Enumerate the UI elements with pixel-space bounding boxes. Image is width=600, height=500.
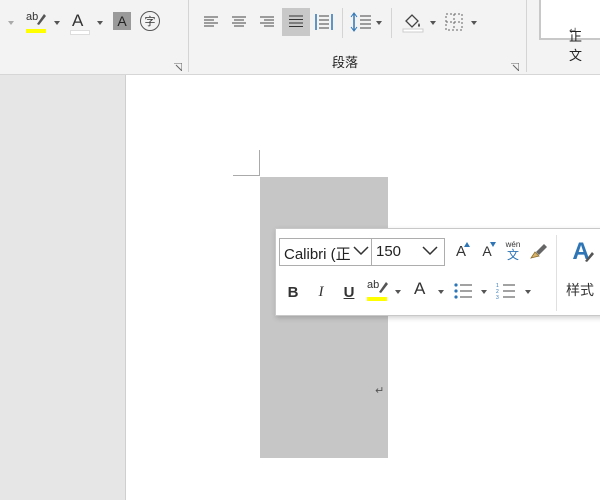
highlight-color-bar — [26, 29, 46, 33]
mini-toolbar: Calibri (正 150 A A wén 文 A B I U ab A 1 … — [275, 228, 600, 316]
italic-button[interactable]: I — [311, 281, 331, 303]
marker-pen-icon — [37, 14, 46, 25]
bullets-dropdown-icon[interactable] — [481, 290, 487, 294]
marker-pen-icon — [379, 282, 388, 293]
align-left-button[interactable] — [202, 14, 220, 30]
paragraph-group-label: 段落 — [332, 55, 359, 70]
line-spacing-dropdown-icon[interactable] — [376, 21, 382, 25]
font-group-launcher-icon[interactable] — [174, 58, 183, 72]
underline-glyph: U — [343, 283, 355, 301]
justify-button[interactable] — [282, 8, 310, 36]
shading-button[interactable] — [401, 10, 425, 34]
numbering-dropdown-icon[interactable] — [525, 290, 531, 294]
paint-bucket-icon — [402, 14, 424, 33]
align-center-button[interactable] — [230, 14, 248, 30]
selected-text-block[interactable] — [260, 177, 388, 458]
chevron-down-icon[interactable] — [422, 246, 438, 256]
shrink-font-button[interactable]: A — [476, 240, 498, 262]
clipped-dropdown-arrow-icon[interactable] — [8, 21, 14, 25]
group-separator — [188, 0, 189, 72]
font-color-button[interactable]: A — [68, 10, 90, 35]
font-color-dropdown-icon[interactable] — [97, 21, 103, 25]
align-right-button[interactable] — [258, 14, 276, 30]
style-preview-label: 正文 — [569, 29, 583, 63]
borders-button[interactable] — [444, 12, 464, 32]
line-spacing-button[interactable] — [350, 12, 372, 32]
group-separator — [526, 0, 527, 72]
enclose-characters-button[interactable]: 字 — [140, 11, 160, 31]
caret-up-icon — [464, 242, 470, 247]
grow-font-button[interactable]: A — [450, 240, 472, 262]
character-shading-button[interactable]: A — [113, 12, 131, 30]
highlight-color-bar — [367, 297, 387, 301]
chevron-down-icon[interactable] — [353, 246, 369, 256]
font-color-button[interactable]: A — [410, 278, 432, 304]
font-size-combobox[interactable]: 150 — [371, 238, 445, 266]
shading-dropdown-icon[interactable] — [430, 21, 436, 25]
group-separator — [342, 8, 343, 38]
style-gallery-normal[interactable]: ↵ 正文 — [539, 0, 600, 63]
borders-dropdown-icon[interactable] — [471, 21, 477, 25]
phonetic-bottom-text: 文 — [506, 248, 519, 262]
align-center-icon — [232, 16, 246, 27]
bold-button[interactable]: B — [283, 281, 303, 303]
align-right-icon — [260, 16, 274, 27]
enclose-char-glyph: 字 — [144, 16, 156, 28]
ribbon: ab A A 字 段落 ↵ 正文 — [0, 0, 600, 75]
highlight-dropdown-icon[interactable] — [395, 290, 401, 294]
highlight-dropdown-icon[interactable] — [54, 21, 60, 25]
margin-crop-mark — [259, 150, 260, 176]
font-name-value: Calibri (正 — [284, 246, 351, 263]
distributed-align-icon — [315, 14, 333, 30]
bullets-button[interactable] — [452, 280, 474, 302]
bold-glyph: B — [287, 283, 299, 301]
distributed-align-button[interactable] — [314, 12, 334, 32]
align-left-icon — [204, 16, 218, 27]
font-color-glyph: A — [414, 279, 426, 298]
paragraph-mark: ↵ — [375, 385, 385, 397]
mini-toolbar-separator — [556, 235, 557, 311]
brush-icon — [530, 244, 547, 259]
font-color-dropdown-icon[interactable] — [438, 290, 444, 294]
margin-crop-mark — [233, 175, 260, 176]
text-highlight-button[interactable]: ab — [366, 278, 390, 304]
phonetic-guide-button[interactable]: wén 文 — [502, 239, 524, 263]
styles-pen-icon — [585, 252, 594, 262]
format-painter-button[interactable] — [528, 240, 550, 262]
character-shading-glyph: A — [117, 13, 127, 29]
paragraph-group-launcher-icon[interactable] — [511, 58, 520, 72]
navigation-pane — [0, 75, 126, 500]
group-separator — [391, 8, 392, 38]
bullet-list-icon — [454, 283, 472, 299]
styles-label[interactable]: 样式 — [566, 280, 594, 300]
underline-button[interactable]: U — [339, 281, 359, 303]
font-color-bar — [70, 30, 90, 35]
borders-icon — [445, 13, 463, 31]
font-name-combobox[interactable]: Calibri (正 — [279, 238, 372, 266]
numbered-list-icon: 1 2 3 — [496, 283, 515, 300]
line-spacing-icon — [350, 12, 371, 32]
text-highlight-button[interactable]: ab — [24, 10, 48, 34]
italic-glyph: I — [318, 283, 324, 300]
styles-button[interactable]: A — [566, 237, 596, 267]
svg-text:3: 3 — [496, 295, 499, 300]
font-size-value: 150 — [376, 243, 402, 260]
justify-icon — [289, 15, 303, 27]
numbering-button[interactable]: 1 2 3 — [495, 280, 517, 302]
caret-down-icon — [490, 242, 496, 247]
font-color-glyph: A — [72, 11, 84, 30]
